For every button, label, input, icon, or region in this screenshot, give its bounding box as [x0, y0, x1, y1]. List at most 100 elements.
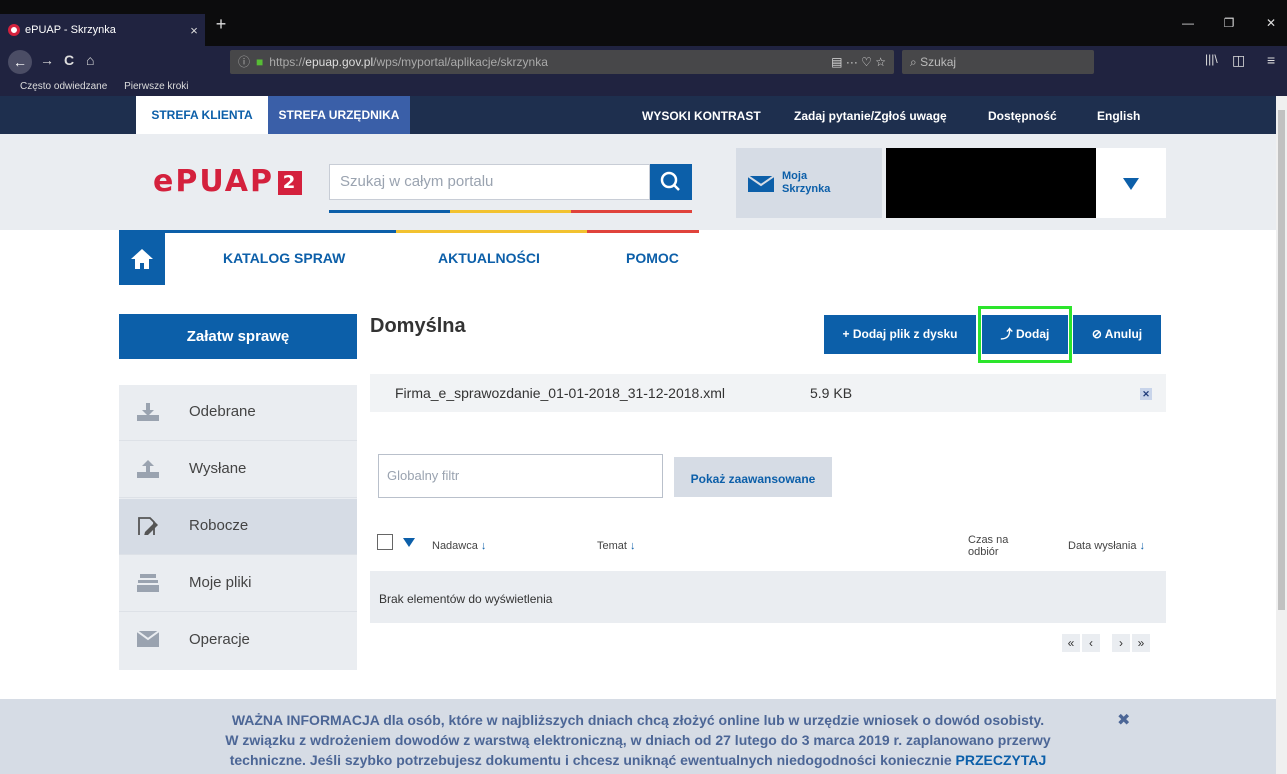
restore-button[interactable]: ❐: [1214, 16, 1244, 30]
mailbox-label: Moja Skrzynka: [782, 170, 830, 196]
notice-read-more-link[interactable]: PRZECZYTAJ: [956, 752, 1047, 768]
first-page-button[interactable]: «: [1062, 634, 1080, 652]
envelope-icon: [748, 176, 774, 192]
edit-document-icon: [138, 517, 158, 535]
tab-title: ePUAP - Skrzynka: [25, 24, 116, 36]
notice-line1-text: dla osób, które w najbliższych dniach ch…: [379, 712, 1045, 728]
column-time-to-receive[interactable]: Czas na odbiór: [968, 534, 1008, 558]
portal-search-button[interactable]: [650, 164, 692, 200]
tab-client-zone[interactable]: STREFA KLIENTA: [136, 96, 268, 134]
sidebar-item-label: Operacje: [189, 631, 250, 648]
tab-close-icon[interactable]: ×: [183, 23, 205, 38]
home-button[interactable]: ⌂: [86, 52, 94, 68]
url-domain: epuap.gov.pl: [305, 55, 374, 69]
mailbox-label-line1: Moja: [782, 170, 808, 182]
next-page-button[interactable]: ›: [1112, 634, 1130, 652]
menu-help[interactable]: POMOC: [626, 250, 679, 266]
notice-close-icon[interactable]: ✖: [1117, 710, 1130, 730]
window-close-button[interactable]: ✕: [1256, 16, 1286, 30]
search-icon: [660, 171, 680, 191]
portal-search-input[interactable]: Szukaj w całym portalu: [329, 164, 650, 200]
column-time-label-line2: odbiór: [968, 546, 999, 558]
sidebar-item-label: Odebrane: [189, 403, 256, 420]
sidebar-item-drafts[interactable]: Robocze: [119, 499, 357, 555]
messages-table-header: Nadawca ↓ Temat ↓ Czas na odbiór Data wy…: [370, 530, 1166, 570]
cancel-button[interactable]: ⊘ Anuluj: [1073, 315, 1161, 354]
zone-strip: STREFA KLIENTA STREFA URZĘDNIKA WYSOKI K…: [0, 96, 1276, 134]
column-subject[interactable]: Temat ↓: [597, 540, 636, 552]
mailbox-label-line2: Skrzynka: [782, 183, 831, 195]
sidebar-item-my-files[interactable]: Moje pliki: [119, 556, 357, 612]
site-header: ePUAP 2 Szukaj w całym portalu Moja Skrzy…: [0, 134, 1276, 230]
sidebar-item-label: Robocze: [189, 517, 249, 534]
browser-search-placeholder: Szukaj: [920, 55, 957, 69]
url-actions[interactable]: ▤ ··· ♡ ☆: [831, 50, 886, 74]
notice-line3: techniczne. Jeśli szybko potrzebujesz do…: [0, 750, 1276, 770]
epuap-logo[interactable]: ePUAP 2: [153, 164, 302, 199]
browser-tab[interactable]: ePUAP - Skrzynka ×: [0, 14, 205, 46]
scrollbar-thumb[interactable]: [1278, 110, 1285, 610]
last-page-button[interactable]: »: [1132, 634, 1150, 652]
sidebar-item-operations[interactable]: Operacje: [119, 613, 357, 669]
user-menu-dropdown[interactable]: [1096, 148, 1166, 218]
logo-number: 2: [277, 170, 302, 195]
folder-title: Domyślna: [370, 315, 466, 337]
selection-dropdown-icon[interactable]: [403, 538, 415, 547]
sidebar-item-received[interactable]: Odebrane: [119, 385, 357, 441]
home-menu-button[interactable]: [119, 233, 165, 285]
user-account-redacted[interactable]: [886, 148, 1096, 218]
column-sender-label: Nadawca: [432, 540, 478, 552]
library-icon[interactable]: |||\: [1205, 52, 1218, 66]
column-sender[interactable]: Nadawca ↓: [432, 540, 486, 552]
prev-page-button[interactable]: ‹: [1082, 634, 1100, 652]
column-sent-date-label: Data wysłania: [1068, 540, 1137, 552]
browser-menu-icon[interactable]: ≡: [1267, 52, 1275, 68]
bookmark-most-visited[interactable]: Często odwiedzane: [20, 81, 107, 92]
column-subject-label: Temat: [597, 540, 627, 552]
browser-nav-bar: ← → C ⌂ ⓘ ■ https://epuap.gov.pl/wps/mypor…: [0, 46, 1287, 78]
info-icon[interactable]: ⓘ: [238, 55, 250, 69]
show-advanced-button[interactable]: Pokaż zaawansowane: [674, 457, 832, 497]
url-prefix: https://: [269, 55, 306, 69]
back-button[interactable]: ←: [8, 50, 32, 74]
menu-color-strip: [0, 230, 1276, 233]
bookmarks-bar: Często odwiedzane Pierwsze kroki: [0, 78, 1287, 96]
notice-lead: WAŻNA INFORMACJA: [231, 712, 380, 728]
column-time-label-line1: Czas na: [968, 534, 1009, 546]
menu-news[interactable]: AKTUALNOŚCI: [438, 250, 540, 266]
column-sent-date[interactable]: Data wysłania ↓: [1068, 540, 1145, 552]
sidebar-item-label: Moje pliki: [189, 574, 252, 591]
reload-button[interactable]: C: [64, 52, 74, 68]
add-file-from-disk-button[interactable]: + Dodaj plik z dysku: [824, 315, 976, 354]
sidebar-item-label: Wysłane: [189, 460, 247, 477]
accessibility-link[interactable]: Dostępność: [988, 96, 1057, 136]
sidebar-toggle-icon[interactable]: ◫: [1232, 52, 1245, 69]
select-all-checkbox[interactable]: [377, 534, 393, 550]
minimize-button[interactable]: —: [1173, 16, 1203, 30]
page-scrollbar[interactable]: [1276, 96, 1287, 774]
sidebar-item-sent[interactable]: Wysłane: [119, 442, 357, 498]
tab-official-zone[interactable]: STREFA URZĘDNIKA: [268, 96, 410, 134]
handle-case-button[interactable]: Załatw sprawę: [119, 314, 357, 359]
forward-button[interactable]: →: [40, 52, 54, 68]
bookmark-getting-started[interactable]: Pierwsze kroki: [124, 81, 188, 92]
browser-tab-bar: ePUAP - Skrzynka × + — ❐ ✕: [0, 0, 1287, 46]
sort-arrow-icon: ↓: [480, 540, 487, 552]
english-link[interactable]: English: [1097, 96, 1140, 136]
file-size: 5.9 KB: [810, 385, 853, 401]
remove-file-icon[interactable]: ✕: [1140, 388, 1152, 400]
my-mailbox-button[interactable]: Moja Skrzynka: [736, 148, 882, 218]
important-notice-banner: WAŻNA INFORMACJA dla osób, które w najbl…: [0, 699, 1276, 774]
global-filter-input[interactable]: Globalny filtr: [378, 454, 663, 498]
menu-catalog[interactable]: KATALOG SPRAW: [223, 250, 345, 266]
feedback-link[interactable]: Zadaj pytanie/Zgłoś uwagę: [794, 96, 947, 136]
browser-search-input[interactable]: ⌕ Szukaj: [902, 50, 1094, 74]
file-name: Firma_e_sprawozdanie_01-01-2018_31-12-20…: [395, 385, 725, 401]
site-favicon-icon: [8, 24, 20, 36]
url-bar[interactable]: ⓘ ■ https://epuap.gov.pl/wps/myportal/apli…: [230, 50, 894, 74]
sort-arrow-icon: ↓: [630, 540, 636, 552]
add-button-highlight: [978, 306, 1072, 363]
files-tray-icon: [137, 574, 159, 592]
new-tab-button[interactable]: +: [209, 14, 233, 38]
high-contrast-link[interactable]: WYSOKI KONTRAST: [642, 96, 761, 136]
